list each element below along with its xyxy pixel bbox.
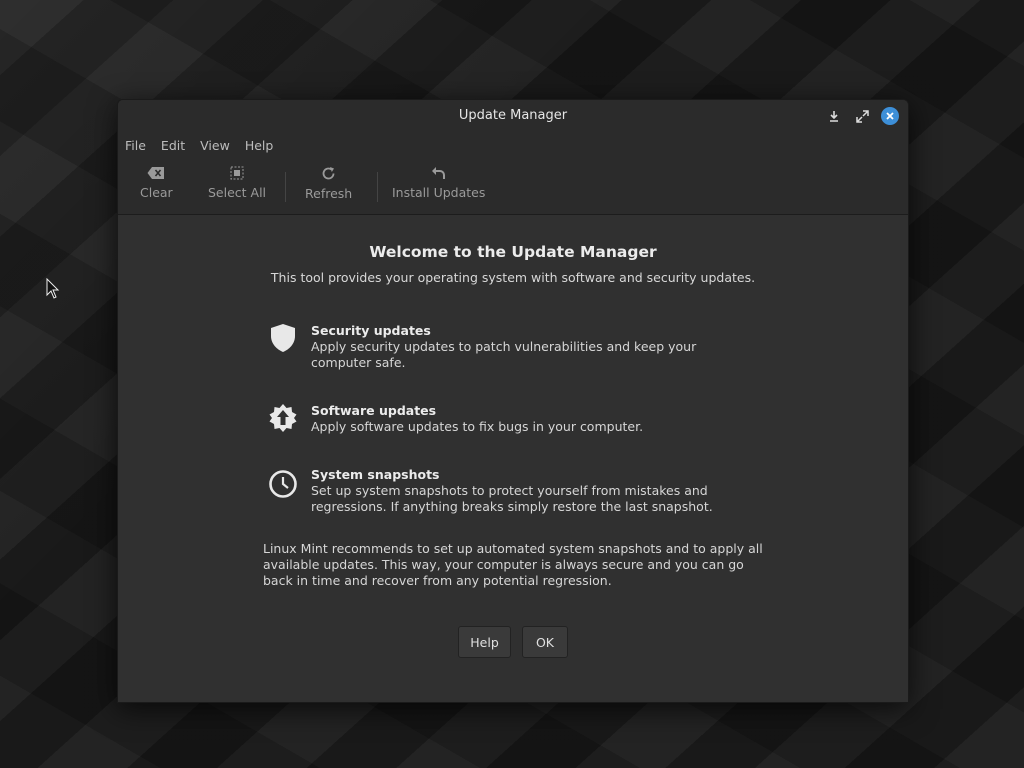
minimize-icon — [830, 111, 838, 122]
undo-arrow-icon — [432, 167, 446, 179]
install-updates-label: Install Updates — [392, 185, 486, 200]
update-manager-window: Update Manager File Edit View Help Clear… — [117, 99, 909, 703]
maximize-button[interactable] — [854, 108, 870, 124]
select-all-button[interactable]: Select All — [208, 166, 266, 200]
ok-button[interactable]: OK — [522, 626, 568, 658]
title-bar[interactable]: Update Manager — [118, 100, 908, 132]
help-button[interactable]: Help — [458, 626, 511, 658]
feature-title: System snapshots — [311, 467, 440, 482]
feature-title: Software updates — [311, 403, 437, 418]
close-icon — [886, 112, 894, 120]
refresh-label: Refresh — [305, 186, 353, 201]
clear-label: Clear — [140, 185, 173, 200]
menu-view[interactable]: View — [200, 138, 230, 153]
clear-button[interactable]: Clear — [140, 166, 173, 200]
refresh-button[interactable]: Refresh — [305, 166, 352, 201]
recommendation-note: Linux Mint recommends to set up automate… — [263, 541, 763, 588]
welcome-title: Welcome to the Update Manager — [369, 243, 657, 261]
close-button[interactable] — [881, 107, 899, 125]
menu-help[interactable]: Help — [245, 138, 274, 153]
upgrade-arrow-icon — [268, 403, 298, 433]
maximize-icon — [855, 109, 869, 123]
backspace-icon — [147, 167, 165, 179]
install-updates-button[interactable]: Install Updates — [392, 166, 485, 200]
feature-description: Apply software updates to fix bugs in yo… — [311, 419, 644, 434]
feature-description: Set up system snapshots to protect yours… — [311, 483, 713, 514]
menu-file[interactable]: File — [125, 138, 146, 153]
toolbar-separator — [285, 172, 286, 202]
clock-icon — [268, 469, 298, 499]
window-title: Update Manager — [458, 108, 568, 123]
select-all-icon — [230, 166, 244, 180]
welcome-subtitle: This tool provides your operating system… — [270, 270, 756, 285]
feature-description: Apply security updates to patch vulnerab… — [311, 339, 697, 370]
shield-icon — [268, 323, 298, 353]
menu-bar: File Edit View Help — [118, 132, 908, 158]
select-all-label: Select All — [208, 185, 267, 200]
feature-title: Security updates — [311, 323, 431, 338]
refresh-icon — [322, 167, 335, 180]
toolbar-separator — [377, 172, 378, 202]
welcome-panel: Welcome to the Update Manager This tool … — [118, 218, 908, 702]
toolbar: Clear Select All Refresh Install Updates — [118, 158, 908, 215]
menu-edit[interactable]: Edit — [161, 138, 185, 153]
mouse-pointer-icon — [46, 278, 60, 299]
minimize-button[interactable] — [826, 108, 842, 124]
